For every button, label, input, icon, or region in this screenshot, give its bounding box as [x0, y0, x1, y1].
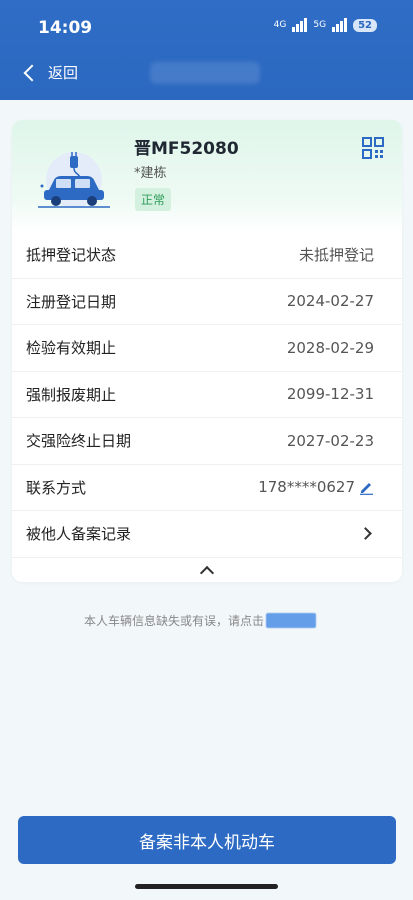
row-value: 178****0627: [258, 478, 355, 497]
qr-code-icon[interactable]: [362, 137, 384, 159]
status-badge: 正常: [135, 188, 172, 211]
notice-link-blurred[interactable]: [266, 613, 317, 628]
row-value: 2027-02-23: [286, 431, 374, 450]
status-icons: 4G 5G 52: [274, 18, 377, 32]
row-label: 检验有效期止: [26, 339, 117, 358]
signal-icon: [332, 18, 348, 32]
row-label: 交强险终止日期: [26, 432, 132, 451]
home-indicator: [135, 884, 278, 889]
row-insurance-expiry: 交强险终止日期 2027-02-23: [12, 418, 402, 465]
status-time: 14:09: [38, 18, 93, 38]
battery-icon: 52: [353, 18, 377, 32]
row-value: 2024-02-27: [286, 292, 374, 311]
license-plate: 晋MF52080: [134, 139, 239, 159]
chevron-right-icon: [359, 527, 372, 541]
row-contact[interactable]: 联系方式 178****0627: [12, 465, 402, 511]
back-label: 返回: [48, 64, 79, 82]
details-list: 抵押登记状态 未抵押登记 注册登记日期 2024-02-27 检验有效期止 20…: [12, 232, 402, 558]
network-4g-label: 4G: [273, 20, 287, 30]
row-value: 2028-02-29: [286, 338, 374, 357]
row-mortgage-status: 抵押登记状态 未抵押登记: [12, 232, 402, 279]
network-5g-label: 5G: [313, 20, 327, 30]
chevron-left-icon: [23, 64, 41, 81]
row-registration-date: 注册登记日期 2024-02-27: [12, 279, 402, 325]
collapse-button[interactable]: [199, 563, 215, 581]
vehicle-summary: 晋MF52080 *建栋 正常: [12, 120, 402, 232]
row-label: 抵押登记状态: [26, 246, 117, 265]
page-title-blurred: [150, 62, 260, 84]
vehicle-card: 晋MF52080 *建栋 正常 抵押登记状态 未抵押登记 注册登记日期 2024…: [12, 120, 402, 582]
car-icon: [38, 152, 110, 208]
owner-name: *建栋: [134, 166, 167, 181]
row-inspection-expiry: 检验有效期止 2028-02-29: [12, 325, 402, 372]
contact-value-wrap: 178****0627: [258, 478, 374, 496]
row-label: 强制报废期止: [26, 385, 117, 404]
notice-text: 本人车辆信息缺失或有误，请点击: [84, 614, 265, 628]
row-scrap-deadline: 强制报废期止 2099-12-31: [12, 372, 402, 418]
row-label: 联系方式: [26, 478, 87, 497]
back-button[interactable]: 返回: [22, 62, 78, 83]
row-label: 注册登记日期: [26, 292, 117, 311]
row-value: 未抵押登记: [298, 246, 374, 265]
row-label: 被他人备案记录: [26, 525, 132, 544]
app-header: 14:09 4G 5G 52 返回: [0, 0, 413, 100]
row-value: 2099-12-31: [286, 385, 374, 404]
row-filing-records[interactable]: 被他人备案记录: [12, 511, 402, 558]
signal-icon: [292, 18, 308, 32]
edit-icon[interactable]: [359, 480, 374, 495]
notice: 本人车辆信息缺失或有误，请点击: [84, 612, 317, 629]
chevron-up-icon: [199, 565, 215, 581]
register-non-owned-vehicle-button[interactable]: 备案非本人机动车: [18, 816, 396, 864]
